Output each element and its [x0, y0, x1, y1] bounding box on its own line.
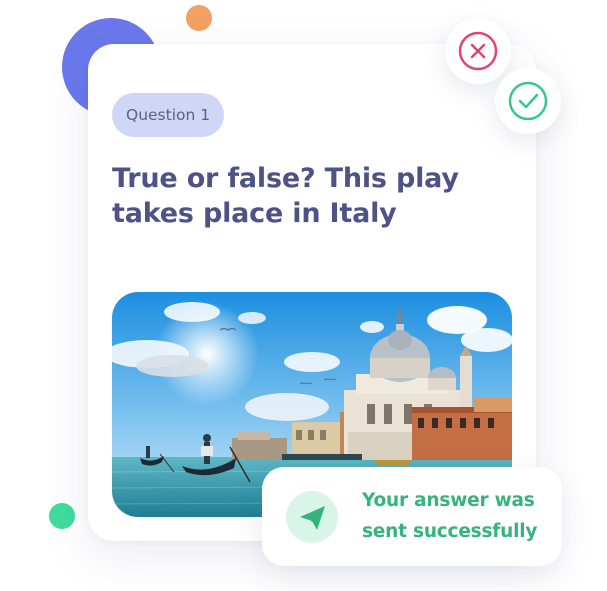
true-answer-button[interactable] [495, 68, 561, 134]
question-number-badge: Question 1 [112, 93, 225, 137]
check-icon [508, 81, 548, 121]
question-text: True or false? This play takes place in … [112, 163, 459, 229]
success-notification: Your answer was sent successfully [262, 467, 562, 566]
paper-plane-icon [286, 491, 338, 543]
decorative-green-dot [49, 503, 75, 529]
success-message: Your answer was sent successfully [362, 490, 538, 542]
decorative-orange-dot [186, 5, 212, 31]
quiz-illustration: Question 1 True or false? This play take… [0, 0, 607, 591]
